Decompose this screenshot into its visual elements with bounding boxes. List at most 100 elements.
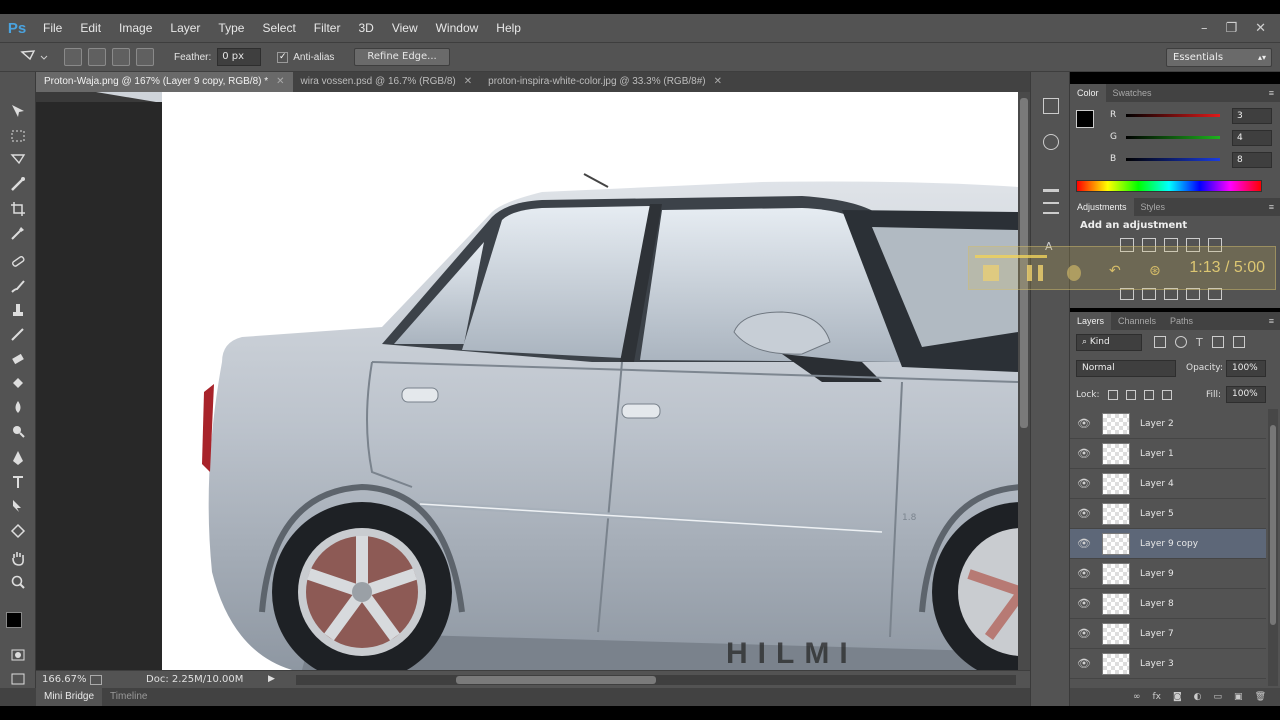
blue-slider[interactable]: B 8: [1110, 152, 1276, 170]
eye-icon[interactable]: 👁: [1070, 597, 1098, 610]
hand-tool-icon[interactable]: [9, 549, 27, 567]
pause-icon[interactable]: [1027, 265, 1043, 281]
fill-input[interactable]: 100%: [1226, 386, 1266, 403]
close-tab-icon[interactable]: ✕: [464, 72, 472, 92]
shape-tool-icon[interactable]: [9, 522, 27, 540]
refine-edge-button[interactable]: Refine Edge...: [354, 48, 450, 66]
eye-icon[interactable]: 👁: [1070, 477, 1098, 490]
green-value[interactable]: 4: [1232, 130, 1272, 146]
foreground-color-chip[interactable]: [1076, 110, 1094, 128]
tab-paths[interactable]: Paths: [1163, 312, 1200, 330]
stop-icon[interactable]: [983, 265, 999, 281]
eye-icon[interactable]: 👁: [1070, 627, 1098, 640]
adjustment-filter-icon[interactable]: [1175, 336, 1187, 348]
close-tab-icon[interactable]: ✕: [276, 72, 284, 92]
pen-tool-icon[interactable]: [9, 449, 27, 467]
lock-all-icon[interactable]: [1162, 390, 1172, 400]
menu-select[interactable]: Select: [253, 21, 304, 35]
new-fill-layer-icon[interactable]: ◐: [1194, 692, 1202, 702]
close-button[interactable]: ✕: [1255, 21, 1266, 36]
eye-icon[interactable]: 👁: [1070, 447, 1098, 460]
intersect-selection-icon[interactable]: [136, 48, 154, 66]
green-slider[interactable]: G 4: [1110, 130, 1276, 148]
slider-track[interactable]: [1126, 136, 1220, 139]
foreground-color-swatch[interactable]: [6, 612, 22, 628]
red-slider[interactable]: R 3: [1110, 108, 1276, 126]
layer-row-3[interactable]: 👁 Layer 3: [1070, 649, 1266, 679]
shape-filter-icon[interactable]: [1211, 336, 1224, 348]
menu-type[interactable]: Type: [209, 21, 253, 35]
type-filter-icon[interactable]: T: [1196, 336, 1203, 349]
layer-style-icon[interactable]: fx: [1152, 692, 1161, 702]
zoom-tool-icon[interactable]: [9, 573, 27, 591]
eye-icon[interactable]: 👁: [1070, 507, 1098, 520]
menu-edit[interactable]: Edit: [71, 21, 110, 35]
quick-mask-icon[interactable]: [9, 646, 27, 664]
workspace-select[interactable]: Essentials ▴▾: [1166, 48, 1272, 67]
tab-styles[interactable]: Styles: [1134, 198, 1173, 216]
new-selection-icon[interactable]: [64, 48, 82, 66]
menu-filter[interactable]: Filter: [305, 21, 350, 35]
crop-tool-icon[interactable]: [9, 200, 27, 218]
menu-view[interactable]: View: [383, 21, 427, 35]
layers-scrollbar[interactable]: [1268, 409, 1278, 686]
tab-proton-waja[interactable]: Proton-Waja.png @ 167% (Layer 9 copy, RG…: [36, 72, 293, 92]
eyedropper-tool-icon[interactable]: [9, 224, 27, 242]
rewind-icon[interactable]: ↶: [1109, 263, 1121, 279]
tab-proton-inspira[interactable]: proton-inspira-white-color.jpg @ 33.3% (…: [480, 72, 730, 92]
menu-file[interactable]: File: [34, 21, 71, 35]
menu-help[interactable]: Help: [487, 21, 530, 35]
brush-presets-icon[interactable]: [1043, 202, 1059, 214]
brush-panel-icon[interactable]: [1043, 176, 1059, 192]
zoom-level[interactable]: 166.67%: [36, 674, 87, 685]
smart-object-filter-icon[interactable]: [1232, 336, 1245, 348]
menu-layer[interactable]: Layer: [161, 21, 209, 35]
blend-mode-select[interactable]: Normal: [1076, 360, 1176, 377]
delete-layer-icon[interactable]: 🗑: [1255, 692, 1266, 702]
scroll-thumb[interactable]: [1270, 425, 1276, 625]
properties-icon[interactable]: [1043, 134, 1059, 150]
settings-icon[interactable]: ⊛: [1149, 263, 1161, 279]
eye-icon[interactable]: 👁: [1070, 417, 1098, 430]
layer-row-1[interactable]: 👁 Layer 1: [1070, 439, 1266, 469]
red-value[interactable]: 3: [1232, 108, 1272, 124]
tab-swatches[interactable]: Swatches: [1106, 84, 1159, 102]
quick-selection-tool-icon[interactable]: [9, 175, 27, 193]
blur-tool-icon[interactable]: [9, 398, 27, 416]
menu-3d[interactable]: 3D: [349, 21, 382, 35]
healing-brush-tool-icon[interactable]: [9, 252, 27, 270]
new-layer-icon[interactable]: ▣: [1234, 692, 1243, 702]
export-icon[interactable]: [90, 674, 102, 685]
layer-row-5[interactable]: 👁 Layer 5: [1070, 499, 1266, 529]
eye-icon[interactable]: 👁: [1070, 537, 1098, 550]
type-tool-icon[interactable]: [9, 473, 27, 491]
clone-stamp-tool-icon[interactable]: [9, 301, 27, 319]
subtract-selection-icon[interactable]: [112, 48, 130, 66]
layer-row-9-copy[interactable]: 👁 Layer 9 copy: [1070, 529, 1266, 559]
blue-value[interactable]: 8: [1232, 152, 1272, 168]
tab-color[interactable]: Color: [1070, 84, 1106, 102]
feather-input[interactable]: 0 px: [217, 48, 262, 66]
status-menu-arrow-icon[interactable]: ▶: [268, 674, 275, 684]
marquee-tool-icon[interactable]: [9, 127, 27, 145]
volume-icon[interactable]: [1067, 265, 1081, 281]
lock-pixels-icon[interactable]: [1126, 390, 1136, 400]
layer-row-4[interactable]: 👁 Layer 4: [1070, 469, 1266, 499]
layer-row-9[interactable]: 👁 Layer 9: [1070, 559, 1266, 589]
slider-track[interactable]: [1126, 158, 1220, 161]
layer-row-2[interactable]: 👁 Layer 2: [1070, 409, 1266, 439]
layer-row-8[interactable]: 👁 Layer 8: [1070, 589, 1266, 619]
screen-mode-icon[interactable]: [9, 670, 27, 688]
eye-icon[interactable]: 👁: [1070, 567, 1098, 580]
canvas-area[interactable]: 1.8 HILMI CONCEPT: [36, 92, 1018, 670]
move-tool-icon[interactable]: [9, 102, 27, 120]
antialias-checkbox[interactable]: ✓: [277, 51, 289, 63]
panel-menu-icon[interactable]: ≡: [1269, 88, 1280, 98]
lock-transparency-icon[interactable]: [1108, 390, 1118, 400]
menu-image[interactable]: Image: [110, 21, 161, 35]
path-selection-tool-icon[interactable]: [9, 497, 27, 515]
layer-row-7[interactable]: 👁 Layer 7: [1070, 619, 1266, 649]
panel-menu-icon[interactable]: ≡: [1269, 202, 1280, 212]
restore-button[interactable]: ❐: [1225, 21, 1237, 36]
close-tab-icon[interactable]: ✕: [714, 72, 722, 92]
